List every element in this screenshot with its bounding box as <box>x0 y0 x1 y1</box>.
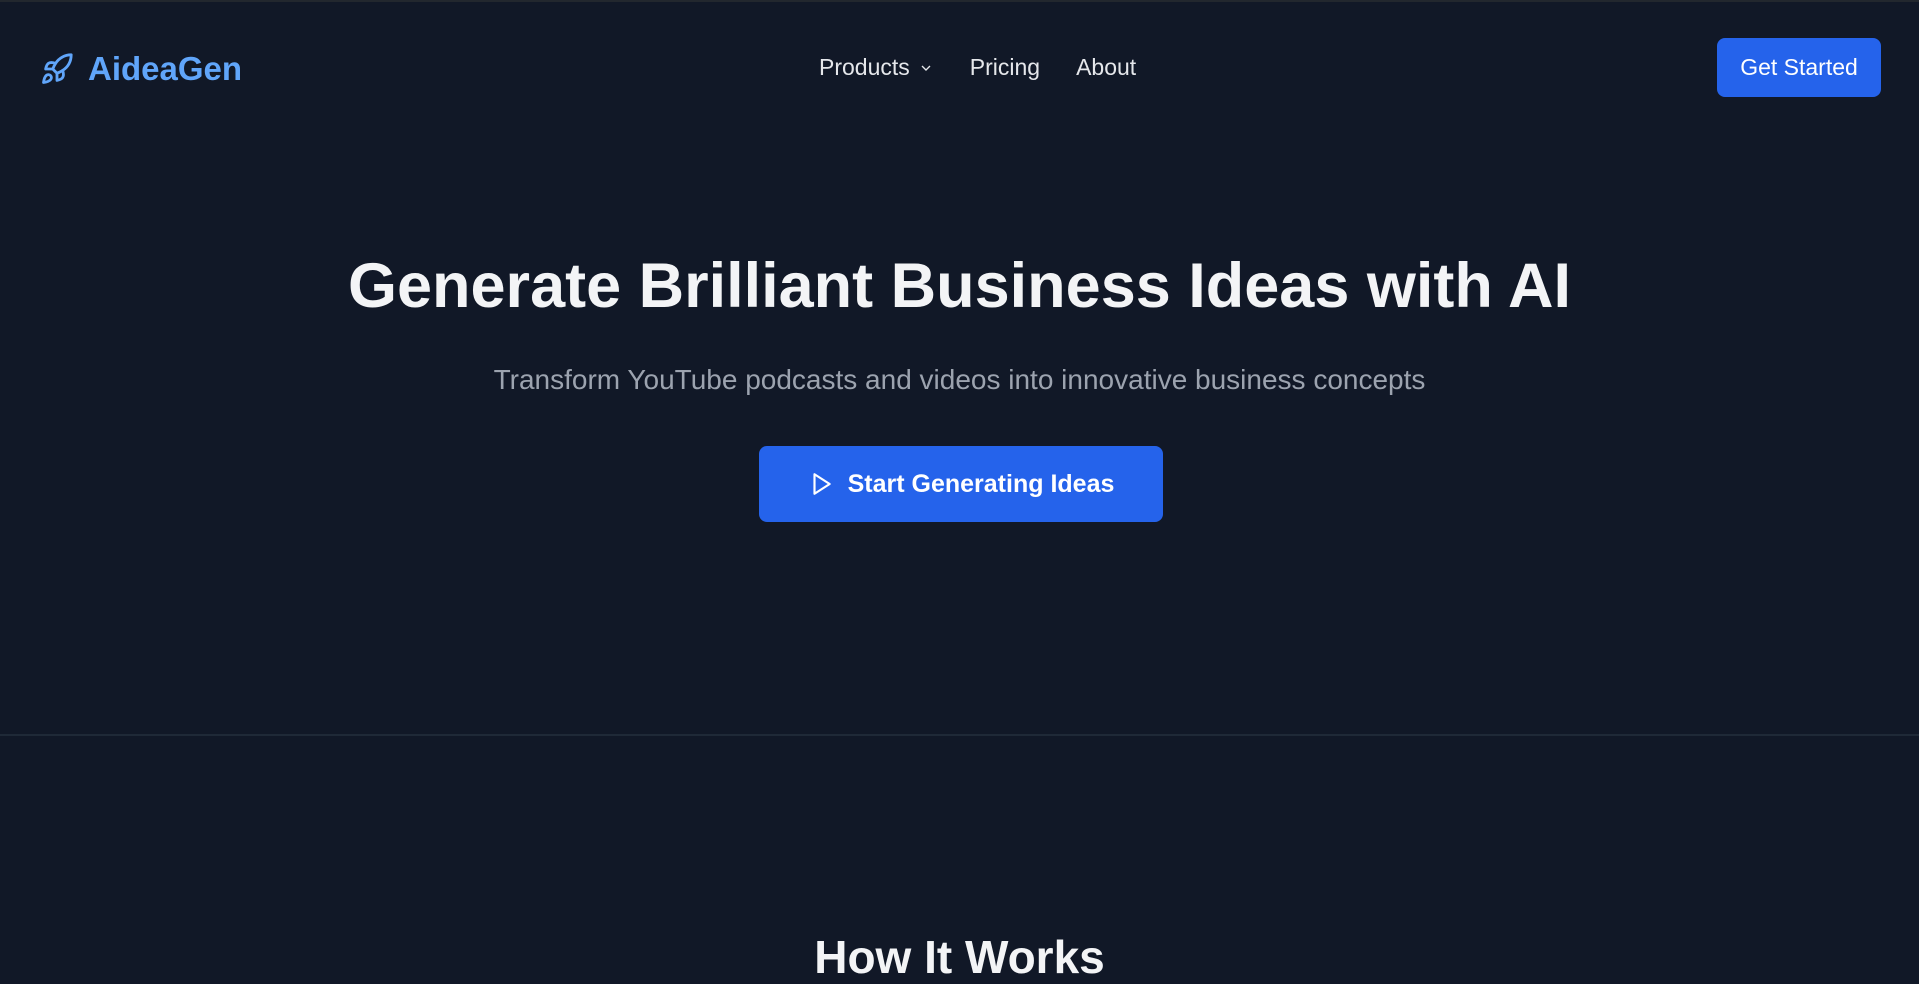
chevron-down-icon <box>921 65 931 71</box>
nav-about-label: About <box>1076 54 1137 80</box>
how-it-works-title: How It Works <box>814 931 1105 983</box>
nav-pricing[interactable]: Pricing <box>970 54 1040 81</box>
nav-about[interactable]: About <box>1076 54 1136 81</box>
logo-text: AideaGen <box>88 50 243 87</box>
start-generating-label: Start Generating Ideas <box>847 469 1115 498</box>
section-divider <box>0 734 1919 736</box>
hero-title: Generate Brilliant Business Ideas with A… <box>347 251 1572 321</box>
start-generating-button[interactable]: Start Generating Ideas <box>759 446 1163 522</box>
get-started-button[interactable]: Get Started <box>1717 38 1881 97</box>
main-nav: Products Pricing About <box>819 54 1136 81</box>
rocket-icon <box>42 53 73 84</box>
nav-products-label: Products <box>819 54 910 80</box>
nav-products[interactable]: Products <box>819 54 934 81</box>
nav-pricing-label: Pricing <box>969 54 1041 80</box>
logo-link[interactable]: AideaGen <box>40 50 242 88</box>
play-icon <box>813 473 831 495</box>
hero-subtitle: Transform YouTube podcasts and videos in… <box>493 364 1426 395</box>
